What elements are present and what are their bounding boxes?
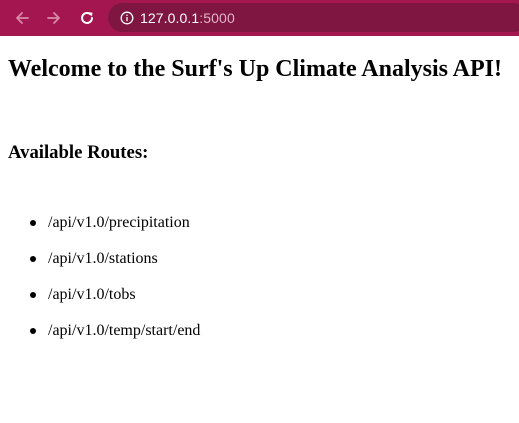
arrow-left-icon — [16, 12, 29, 24]
url-port: :5000 — [199, 9, 235, 26]
list-item: /api/v1.0/stations — [8, 250, 200, 286]
bullet-icon — [30, 256, 36, 262]
bullet-icon — [30, 328, 36, 334]
browser-toolbar: 127.0.0.1:5000 — [0, 0, 519, 36]
route-label: /api/v1.0/tobs — [48, 286, 136, 303]
list-item: /api/v1.0/precipitation — [8, 214, 200, 250]
url-text[interactable]: 127.0.0.1:5000 — [140, 10, 235, 26]
route-label: /api/v1.0/temp/start/end — [48, 322, 201, 339]
arrow-right-icon — [47, 12, 60, 24]
list-item: /api/v1.0/tobs — [8, 286, 200, 322]
bullet-icon — [30, 220, 36, 226]
route-list: /api/v1.0/precipitation /api/v1.0/statio… — [8, 214, 200, 358]
route-label: /api/v1.0/stations — [48, 250, 158, 267]
bullet-icon — [30, 292, 36, 298]
routes-heading: Available Routes: — [8, 142, 149, 163]
address-bar[interactable]: 127.0.0.1:5000 — [108, 3, 519, 32]
url-host: 127.0.0.1 — [140, 9, 200, 26]
back-button[interactable] — [11, 7, 33, 29]
reload-icon — [81, 11, 93, 24]
reload-button[interactable] — [76, 7, 98, 29]
page-title: Welcome to the Surf's Up Climate Analysi… — [8, 56, 502, 82]
list-item: /api/v1.0/temp/start/end — [8, 322, 200, 358]
forward-button[interactable] — [43, 7, 65, 29]
route-label: /api/v1.0/precipitation — [48, 214, 190, 231]
info-icon[interactable] — [120, 11, 134, 25]
